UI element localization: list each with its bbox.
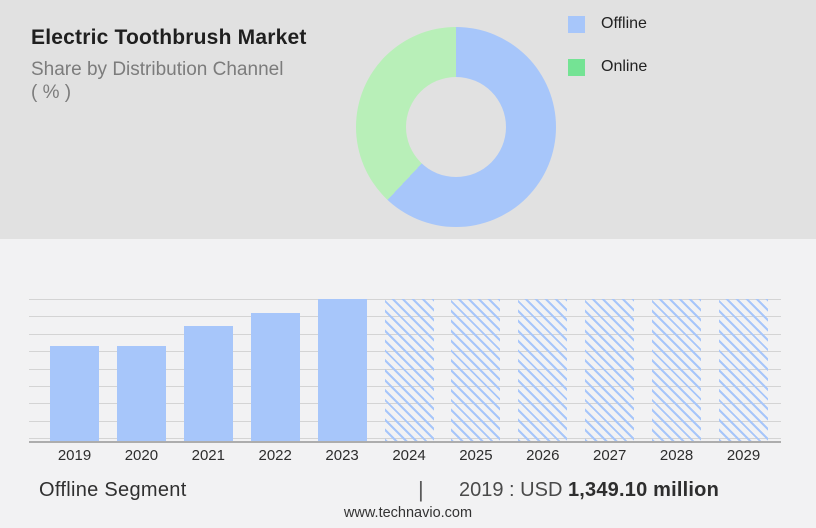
bar-2022 [250,313,300,441]
offline-swatch-icon [568,15,585,33]
website-url: www.technavio.com [343,505,473,521]
x-axis-label-2025: 2025 [459,447,493,464]
bar-chart: 2019 2020 2021 2022 2023 2024 2025 2026 2027 2028… [29,299,781,464]
bar-2028-forecast [652,299,702,441]
chart-legend: Offline Online [568,15,647,101]
bar-2026-forecast [518,299,568,441]
bar-2025-forecast [451,299,501,441]
x-axis-label-2023: 2023 [325,447,359,464]
x-axis-label-2020: 2020 [124,447,159,464]
header-section: Electric Toothbrush Market Share by Dist… [0,0,816,239]
bar-2019 [50,346,99,441]
legend-label: Online [601,58,648,75]
x-axis-label-2029: 2029 [726,447,761,464]
legend-item-offline: Offline [568,15,647,33]
bar-2029-forecast [719,299,768,441]
x-axis-label-2024: 2024 [392,447,426,464]
x-axis-label-2027: 2027 [593,447,627,464]
legend-label: Offline [601,15,647,32]
bar-chart-section: 2019 2020 2021 2022 2023 2024 2025 2026 2027 2028… [0,239,816,528]
online-swatch-icon [568,58,585,76]
title-block: Electric Toothbrush Market Share by Dist… [31,26,351,104]
x-axis-label-2019: 2019 [57,447,92,464]
bar-2020 [116,346,166,441]
x-axis-label-2021: 2021 [191,447,225,464]
bar-2023 [317,299,367,441]
donut-chart [356,27,556,227]
donut-hole [406,77,506,177]
x-axis-line [29,441,781,443]
unit-label: ( % ) [31,82,72,103]
x-axis-label-2026: 2026 [526,447,560,464]
x-axis-label-2028: 2028 [659,447,694,464]
legend-item-online: Online [568,58,647,76]
value-prefix: 2019 : USD [459,479,563,501]
infographic-canvas: Electric Toothbrush Market Share by Dist… [0,0,816,528]
segment-label: Offline Segment [39,479,187,501]
bar-2021 [183,326,233,441]
page-subtitle: Share by Distribution Channel [31,59,284,80]
separator-bar: | [418,477,424,502]
bar-2027-forecast [585,299,635,441]
bar-2024-forecast [384,299,434,441]
x-axis-label-2022: 2022 [258,447,292,464]
value-amount: 1,349.10 million [567,479,720,501]
segment-value: 2019 : USD 1,349.10 million [459,479,719,502]
page-title: Electric Toothbrush Market [31,26,307,49]
